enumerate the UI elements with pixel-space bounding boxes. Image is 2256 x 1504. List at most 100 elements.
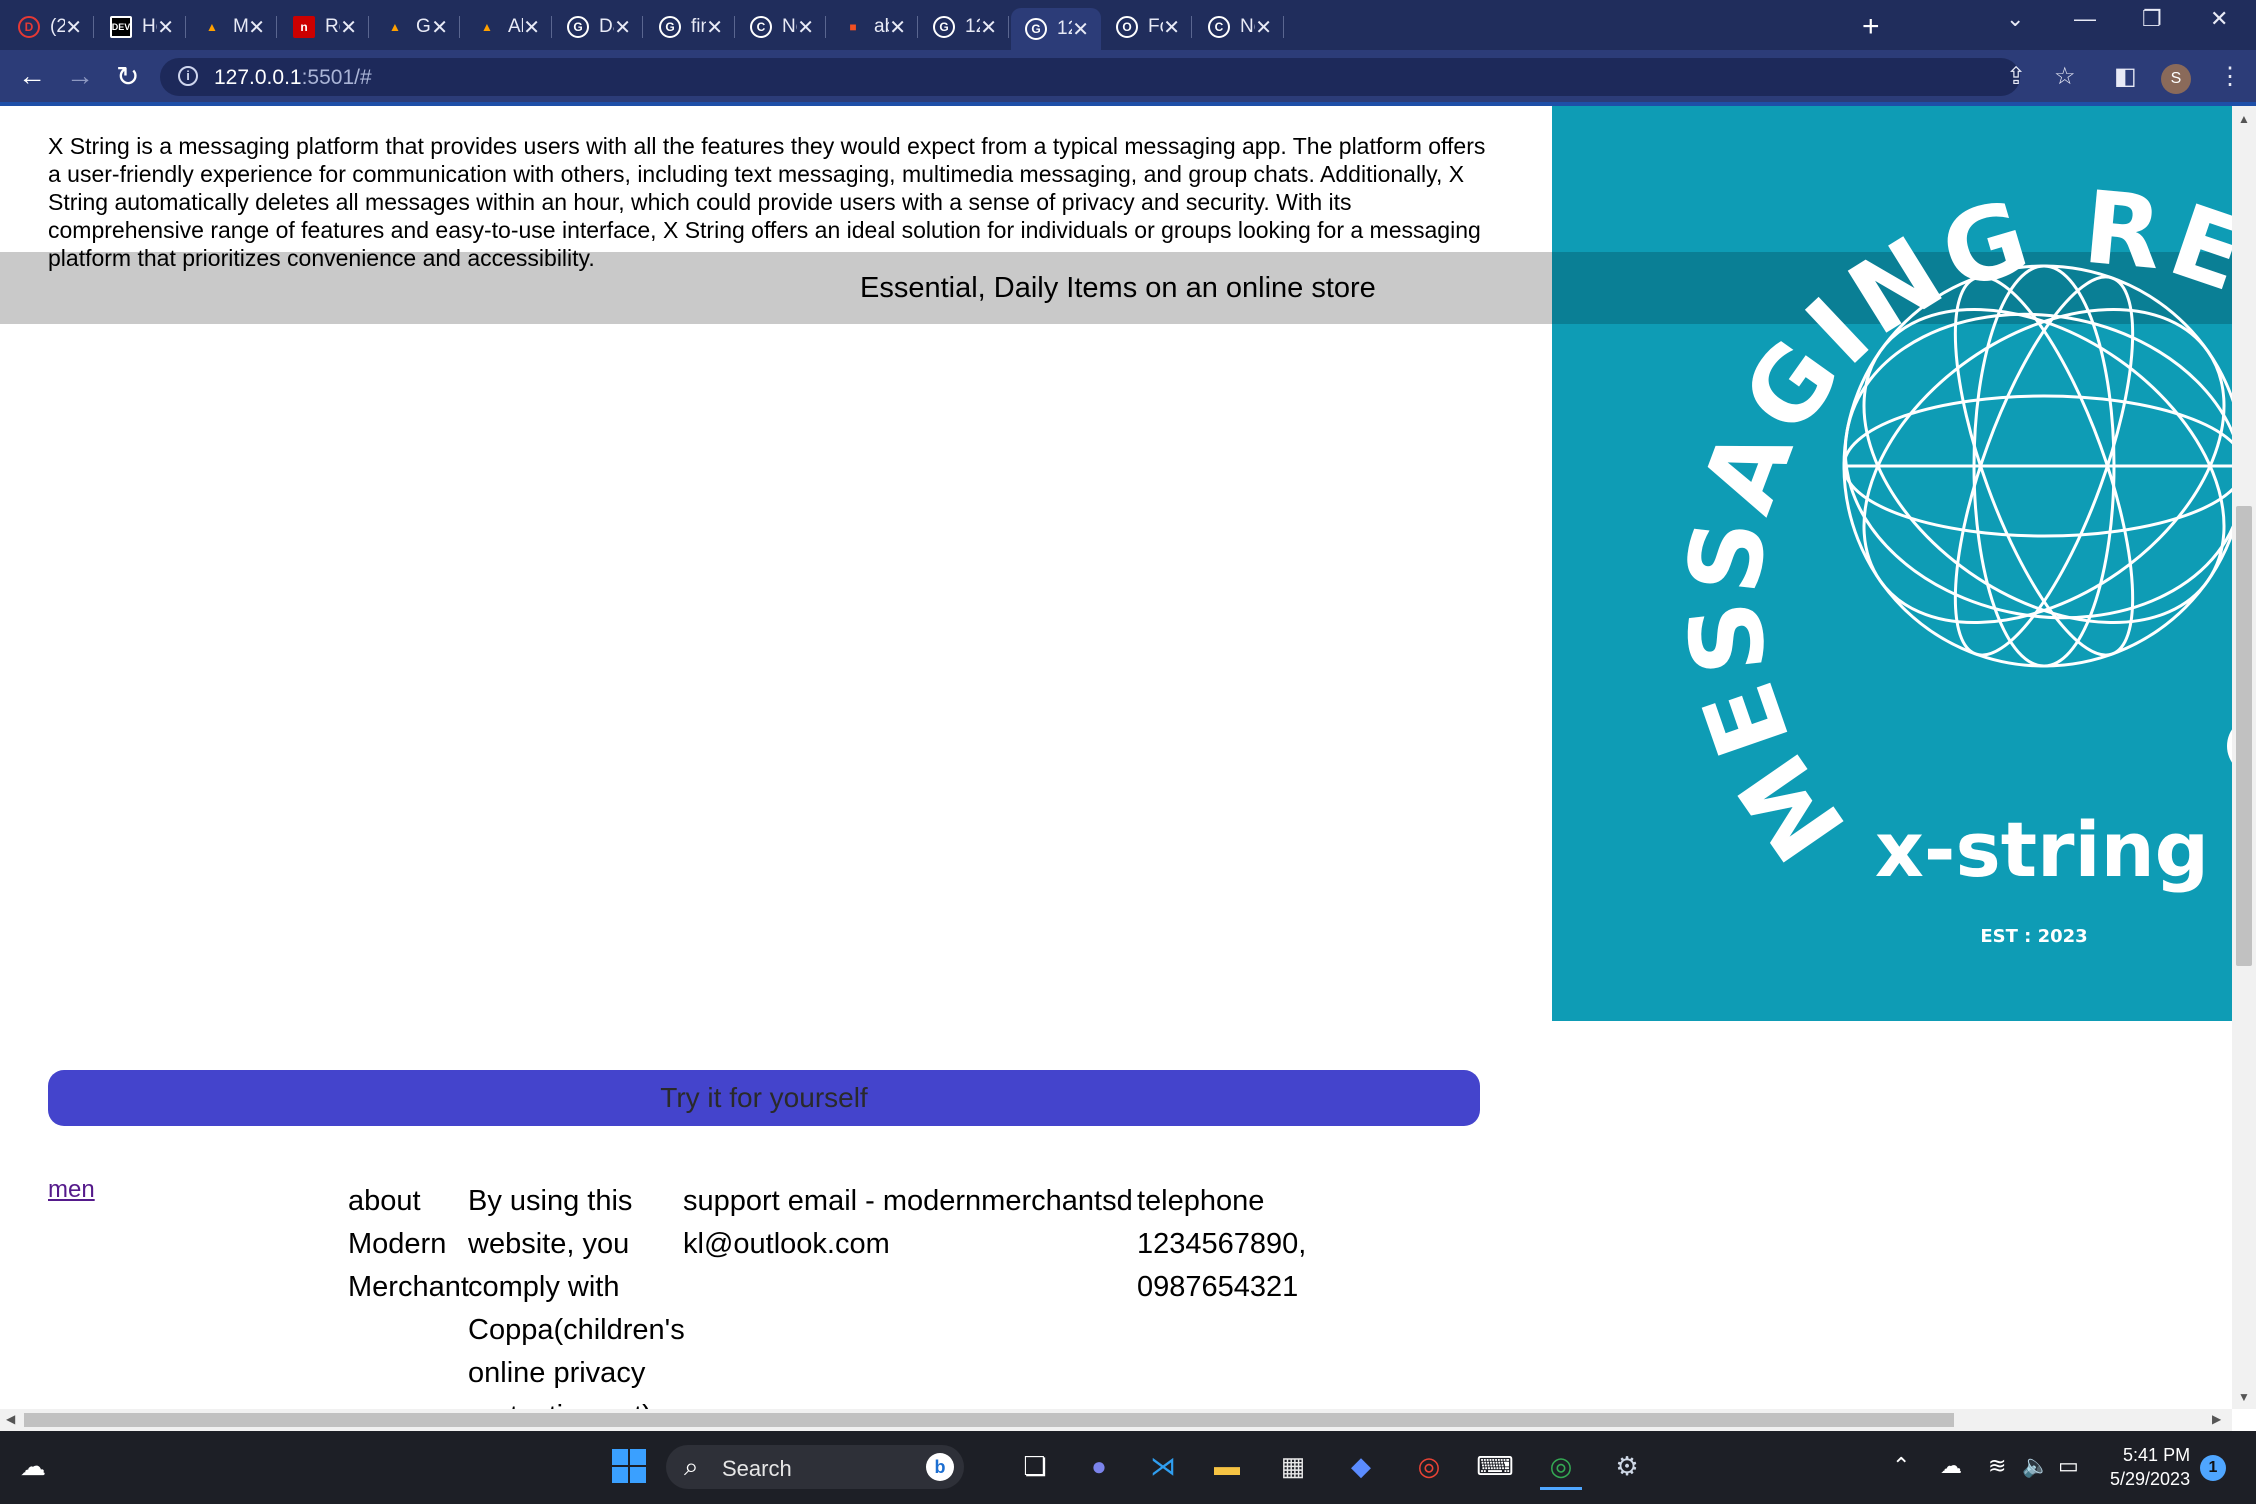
- tab-title: All e: [508, 16, 524, 37]
- tab-close-icon[interactable]: ✕: [248, 15, 265, 40]
- scroll-up-arrow-icon[interactable]: ▲: [2238, 112, 2250, 126]
- file-explorer-icon[interactable]: ▬: [1206, 1445, 1248, 1487]
- browser-tab[interactable]: DEV How✕: [96, 8, 186, 46]
- logo-image: MESSAGING RE x-string EST : 2023: [1552, 106, 2232, 1021]
- share-icon[interactable]: ⇪: [2006, 62, 2026, 91]
- tab-close-icon[interactable]: ✕: [65, 15, 82, 40]
- minimize-button[interactable]: —: [2074, 6, 2096, 32]
- tab-close-icon[interactable]: ✕: [980, 15, 997, 40]
- horizontal-scroll-thumb[interactable]: [24, 1413, 1954, 1427]
- wifi-icon[interactable]: ≋: [1988, 1453, 2006, 1479]
- taskbar-clock[interactable]: 5:41 PM 5/29/2023: [2110, 1443, 2190, 1491]
- footer-about: about Modern Merchant: [348, 1185, 469, 1303]
- tab-close-icon[interactable]: ✕: [1163, 15, 1180, 40]
- tab-title: 127.: [965, 16, 980, 37]
- windows-taskbar: ☁ ⌕ Search b ❏ ● ⋊ ▬ ▦ ◆ ◎ ⌨ ◎ ⚙ ⌃ ☁ ≋ 🔈…: [0, 1431, 2256, 1504]
- tab-title: (2) D: [50, 16, 66, 37]
- tab-favicon-icon: G: [933, 16, 955, 38]
- try-it-button[interactable]: Try it for yourself: [48, 1070, 1480, 1126]
- scroll-down-arrow-icon[interactable]: ▼: [2238, 1390, 2250, 1404]
- site-info-icon[interactable]: i: [178, 66, 198, 86]
- tab-close-icon[interactable]: ✕: [157, 15, 174, 40]
- tab-close-icon[interactable]: ✕: [1072, 17, 1089, 42]
- browser-tab[interactable]: ▲ Mes:✕: [187, 8, 277, 46]
- logo-brand-text: x-string: [1875, 805, 2209, 894]
- tray-overflow-chevron-icon[interactable]: ⌃: [1892, 1453, 1910, 1479]
- search-icon: ⌕: [684, 1451, 699, 1481]
- footer-telephone: telephone 1234567890, 0987654321: [1137, 1185, 1307, 1303]
- copilot-icon[interactable]: ◆: [1340, 1445, 1382, 1487]
- weather-icon[interactable]: ☁: [12, 1445, 54, 1487]
- browser-tab[interactable]: ▲ All e✕: [462, 8, 552, 46]
- bookmark-star-icon[interactable]: ☆: [2054, 62, 2076, 91]
- vertical-scrollbar[interactable]: ▲ ▼: [2232, 106, 2256, 1409]
- forward-button[interactable]: →: [66, 60, 94, 92]
- notification-badge[interactable]: 1: [2200, 1455, 2226, 1481]
- vscode-icon[interactable]: ⋊: [1142, 1445, 1184, 1487]
- tab-close-icon[interactable]: ✕: [523, 15, 540, 40]
- scroll-right-arrow-icon[interactable]: ▶: [2212, 1412, 2221, 1426]
- browser-tab[interactable]: n Reso✕: [279, 8, 369, 46]
- browser-tab[interactable]: G 127.✕: [919, 8, 1009, 46]
- microsoft-store-icon[interactable]: ▦: [1272, 1445, 1314, 1487]
- tab-separator: [825, 16, 826, 38]
- tab-title: Dash: [599, 16, 614, 37]
- tab-separator: [93, 16, 94, 38]
- new-tab-button[interactable]: +: [1862, 10, 1880, 44]
- browser-tab[interactable]: C New✕: [1194, 8, 1284, 46]
- tab-favicon-icon: n: [293, 16, 315, 38]
- tab-close-icon[interactable]: ✕: [706, 15, 723, 40]
- tab-close-icon[interactable]: ✕: [1255, 15, 1272, 40]
- browser-toolbar: ← → ↻ i 127.0.0.1:5501/# ⇪ ☆ ◧ S ⋮: [0, 50, 2256, 106]
- terminal-icon[interactable]: ⌨: [1474, 1445, 1516, 1487]
- tab-favicon-icon: ▲: [481, 20, 493, 34]
- tab-favicon-icon: DEV: [110, 16, 132, 38]
- tab-title: How: [142, 16, 157, 37]
- browser-tab[interactable]: ▲ Get !✕: [370, 8, 460, 46]
- menu-kebab-icon[interactable]: ⋮: [2218, 62, 2242, 91]
- profile-avatar[interactable]: S: [2161, 64, 2191, 94]
- restore-button[interactable]: ❐: [2142, 6, 2162, 32]
- browser-tab[interactable]: ■ abou✕: [828, 8, 918, 46]
- footer-men-link[interactable]: men: [48, 1176, 95, 1204]
- browser-tab[interactable]: Gfind✕: [645, 8, 735, 46]
- onedrive-icon[interactable]: ☁: [1940, 1453, 1962, 1479]
- tab-separator: [185, 16, 186, 38]
- settings-gear-icon[interactable]: ⚙: [1606, 1445, 1648, 1487]
- taskbar-search[interactable]: ⌕ Search b: [666, 1445, 964, 1489]
- battery-icon[interactable]: ▭: [2058, 1453, 2079, 1479]
- tab-close-icon[interactable]: ✕: [340, 15, 357, 40]
- horizontal-scrollbar[interactable]: ◀ ▶: [0, 1409, 2232, 1431]
- browser-tab[interactable]: G Dash✕: [553, 8, 643, 46]
- tab-close-icon[interactable]: ✕: [797, 15, 814, 40]
- vertical-scroll-thumb[interactable]: [2236, 506, 2252, 966]
- banner-text: Essential, Daily Items on an online stor…: [860, 272, 1376, 304]
- browser-tab[interactable]: C New✕: [736, 8, 826, 46]
- tab-title: 127.: [1057, 18, 1072, 39]
- bing-icon[interactable]: b: [926, 1453, 954, 1481]
- browser-tab[interactable]: D (2) D✕: [4, 8, 94, 46]
- browser-tab[interactable]: O Foot✕: [1102, 8, 1192, 46]
- tab-search-chevron-icon[interactable]: ⌄: [2006, 6, 2024, 32]
- tab-close-icon[interactable]: ✕: [614, 15, 631, 40]
- volume-icon[interactable]: 🔈: [2022, 1453, 2049, 1479]
- tab-separator: [276, 16, 277, 38]
- tab-separator: [551, 16, 552, 38]
- chrome-active-icon[interactable]: ◎: [1540, 1445, 1582, 1490]
- tab-separator: [1008, 16, 1009, 38]
- address-bar[interactable]: i 127.0.0.1:5501/#: [160, 58, 2020, 96]
- task-view-icon[interactable]: ❏: [1014, 1445, 1056, 1487]
- back-button[interactable]: ←: [18, 60, 46, 92]
- scroll-left-arrow-icon[interactable]: ◀: [6, 1412, 15, 1426]
- chrome-icon[interactable]: ◎: [1408, 1445, 1450, 1487]
- browser-tab[interactable]: G 127.✕: [1011, 8, 1101, 50]
- start-button-icon[interactable]: [608, 1445, 650, 1487]
- close-window-button[interactable]: ✕: [2210, 6, 2228, 32]
- teams-chat-icon[interactable]: ●: [1078, 1445, 1120, 1487]
- reload-button[interactable]: ↻: [116, 60, 139, 93]
- clock-date: 5/29/2023: [2110, 1469, 2191, 1489]
- tab-close-icon[interactable]: ✕: [431, 15, 448, 40]
- tab-close-icon[interactable]: ✕: [889, 15, 906, 40]
- tab-title: New: [782, 16, 797, 37]
- side-panel-icon[interactable]: ◧: [2114, 62, 2137, 91]
